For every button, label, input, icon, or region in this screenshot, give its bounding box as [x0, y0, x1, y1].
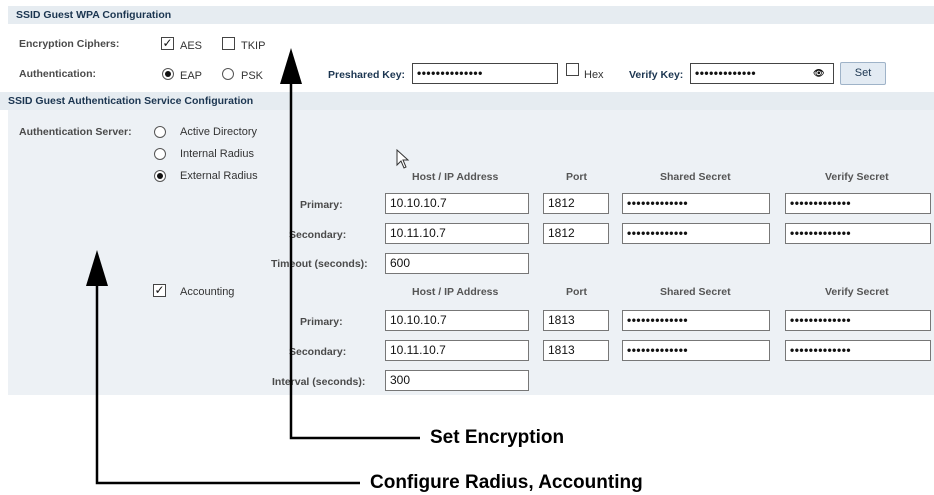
set-encryption-callout: Set Encryption	[430, 427, 565, 448]
set-encryption-arrowhead	[280, 48, 302, 84]
set-encryption-arrow	[289, 78, 420, 440]
callout-arrows	[86, 48, 420, 485]
configure-radius-callout: Configure Radius, Accounting	[370, 472, 643, 493]
configure-radius-arrowhead	[86, 250, 108, 286]
configure-radius-arrow	[95, 285, 360, 485]
